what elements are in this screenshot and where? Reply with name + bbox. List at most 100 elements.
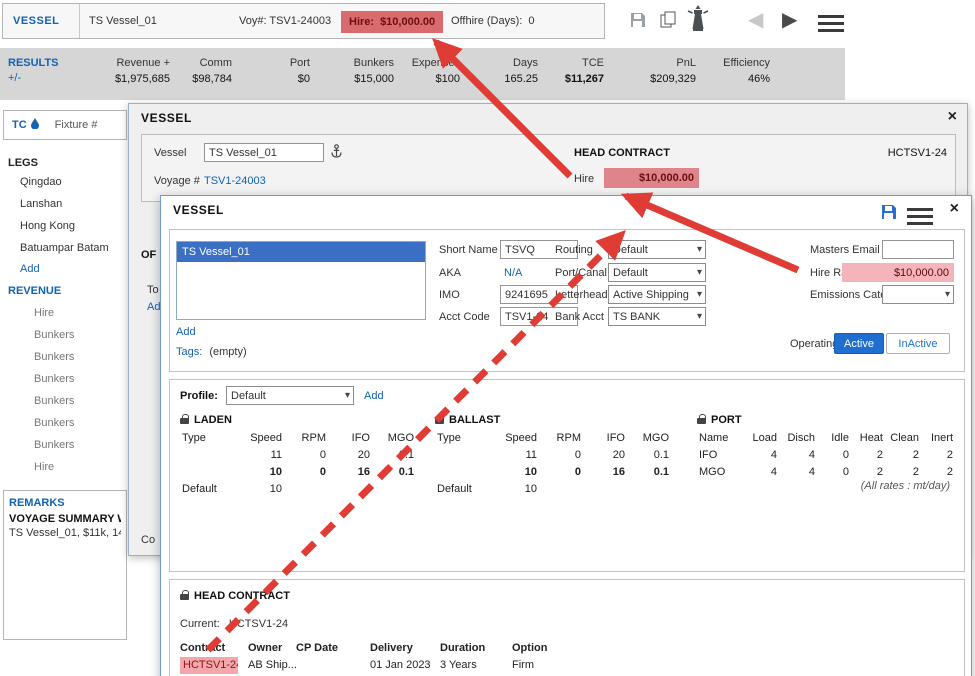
column-header: Delivery xyxy=(370,640,440,657)
cell: 2 xyxy=(885,464,921,481)
hire-label: Hire: xyxy=(349,16,374,28)
dialog-title: VESSEL xyxy=(141,111,192,125)
voyage-link[interactable]: TSV1-24003 xyxy=(204,175,266,187)
port-canal-label: Port/Canal xyxy=(555,267,607,279)
tags-label[interactable]: Tags: xyxy=(176,346,202,358)
routing-select[interactable]: Default▾ xyxy=(608,240,706,259)
next-record-icon[interactable]: ▶ xyxy=(782,8,797,32)
column-header: Name xyxy=(697,430,741,447)
head-contract-box: HEAD CONTRACT Current: HCTSV1-24 Contrac… xyxy=(169,579,965,676)
tab-tc[interactable]: TC xyxy=(12,119,27,131)
emissions-category-select[interactable]: ▾ xyxy=(882,285,954,304)
module-label: VESSEL xyxy=(13,4,59,38)
metric-expenses: Expenses$100 xyxy=(394,57,460,85)
contract-id-highlight[interactable]: HCTSV1-24 xyxy=(180,657,238,674)
column-header: Option xyxy=(512,640,570,657)
results-bar: RESULTS +/- Revenue +$1,975,685 Comm$98,… xyxy=(0,48,845,100)
hire-highlight[interactable]: Hire: $10,000.00 xyxy=(341,11,443,33)
hire-field-highlight[interactable]: $10,000.00 xyxy=(604,168,699,188)
cell: 10 xyxy=(236,481,284,498)
current-value: HCTSV1-24 xyxy=(229,618,288,630)
save-icon[interactable] xyxy=(879,202,899,225)
menu-icon[interactable] xyxy=(818,11,844,36)
revenue-item[interactable]: Hire xyxy=(34,461,54,473)
leg-item-qingdao[interactable]: Qingdao xyxy=(20,176,62,188)
vessel-list-selected-row[interactable]: TS Vessel_01 xyxy=(177,242,425,262)
metric-revenue: Revenue +$1,975,685 xyxy=(66,57,170,85)
column-header: MGO xyxy=(627,430,671,447)
vessel-input[interactable]: TS Vessel_01 xyxy=(204,143,324,162)
results-title[interactable]: RESULTS xyxy=(8,57,59,69)
voyage-header-box: VESSEL TS Vessel_01 Voy#: TSV1-24003 Hir… xyxy=(2,3,605,39)
metric-value: $15,000 xyxy=(310,73,394,85)
close-icon[interactable]: × xyxy=(950,200,959,218)
cell: 0.1 xyxy=(627,447,671,464)
column-header: RPM xyxy=(539,430,583,447)
column-header: Type xyxy=(180,430,236,447)
consumption-box: Profile: Default▾ Add LADEN TypeSpeedRPM… xyxy=(169,379,965,572)
port-canal-select[interactable]: Default▾ xyxy=(608,263,706,282)
chevron-down-icon: ▾ xyxy=(345,390,350,401)
masters-email-input[interactable] xyxy=(882,240,954,259)
profile-select[interactable]: Default▾ xyxy=(226,386,354,405)
add-profile-link[interactable]: Add xyxy=(364,390,384,402)
aka-link[interactable]: N/A xyxy=(504,267,522,279)
cell xyxy=(296,657,370,676)
revenue-item[interactable]: Bunkers xyxy=(34,417,74,429)
metric-tce: TCE $11,267 xyxy=(538,57,604,85)
cell: 20 xyxy=(328,447,372,464)
cell: 16 xyxy=(583,464,627,481)
metric-value: 165.25 xyxy=(460,73,538,85)
cell: 11 xyxy=(236,447,284,464)
menu-icon[interactable] xyxy=(907,204,933,229)
hire-rate-field-highlight[interactable]: $10,000.00 xyxy=(842,263,954,282)
vessel-list[interactable]: TS Vessel_01 xyxy=(176,241,426,320)
metric-label: TCE xyxy=(538,57,604,69)
leg-item-hongkong[interactable]: Hong Kong xyxy=(20,220,75,232)
revenue-item[interactable]: Bunkers xyxy=(34,373,74,385)
column-header: Idle xyxy=(817,430,851,447)
contract-id-cell[interactable]: HCTSV1-24 xyxy=(180,657,248,676)
add-vessel-link[interactable]: Add xyxy=(176,326,196,338)
active-button[interactable]: Active xyxy=(834,333,884,354)
leg-item-batuampar[interactable]: Batuampar Batam xyxy=(20,242,109,254)
column-header: Disch xyxy=(779,430,817,447)
voyage-number[interactable]: Voy#: TSV1-24003 xyxy=(239,4,331,38)
revenue-item[interactable]: Bunkers xyxy=(34,439,74,451)
clipped-label: Co xyxy=(141,534,155,546)
previous-record-icon[interactable]: ◀ xyxy=(748,8,763,32)
clipped-add-link[interactable]: Ad xyxy=(147,301,160,313)
cell: 2 xyxy=(921,464,955,481)
anchor-icon[interactable] xyxy=(330,144,343,162)
close-icon[interactable]: × xyxy=(948,108,957,126)
column-header: Duration xyxy=(440,640,512,657)
chevron-down-icon: ▾ xyxy=(945,289,950,300)
leg-item-lanshan[interactable]: Lanshan xyxy=(20,198,62,210)
inactive-button[interactable]: InActive xyxy=(886,333,950,354)
revenue-item[interactable]: Bunkers xyxy=(34,329,74,341)
revenue-item[interactable]: Bunkers xyxy=(34,395,74,407)
column-header: Load xyxy=(741,430,779,447)
add-leg-link[interactable]: Add xyxy=(20,263,40,275)
droplet-icon xyxy=(31,118,39,132)
lighthouse-icon[interactable] xyxy=(686,5,710,34)
metric-value: $11,267 xyxy=(538,73,604,85)
routing-value: Default xyxy=(613,244,648,256)
cell: 4 xyxy=(779,447,817,464)
revenue-item[interactable]: Hire xyxy=(34,307,54,319)
cell: 0 xyxy=(817,464,851,481)
letterhead-select[interactable]: Active Shipping▾ xyxy=(608,285,706,304)
metric-value: $1,975,685 xyxy=(66,73,170,85)
bank-acct-select[interactable]: TS BANK▾ xyxy=(608,307,706,326)
hire-label: Hire xyxy=(574,173,594,185)
save-icon[interactable] xyxy=(628,10,648,33)
clipped-label: To xyxy=(147,284,159,296)
metric-value: $209,329 xyxy=(604,73,696,85)
revenue-item[interactable]: Bunkers xyxy=(34,351,74,363)
copy-icon[interactable] xyxy=(658,10,678,33)
vessel-name[interactable]: TS Vessel_01 xyxy=(89,4,157,38)
cell: 0 xyxy=(817,447,851,464)
remarks-detail: TS Vessel_01, $11k, 14 da xyxy=(9,527,121,539)
head-contract-title-text: HEAD CONTRACT xyxy=(194,590,290,602)
metric-pnl: PnL$209,329 xyxy=(604,57,696,85)
